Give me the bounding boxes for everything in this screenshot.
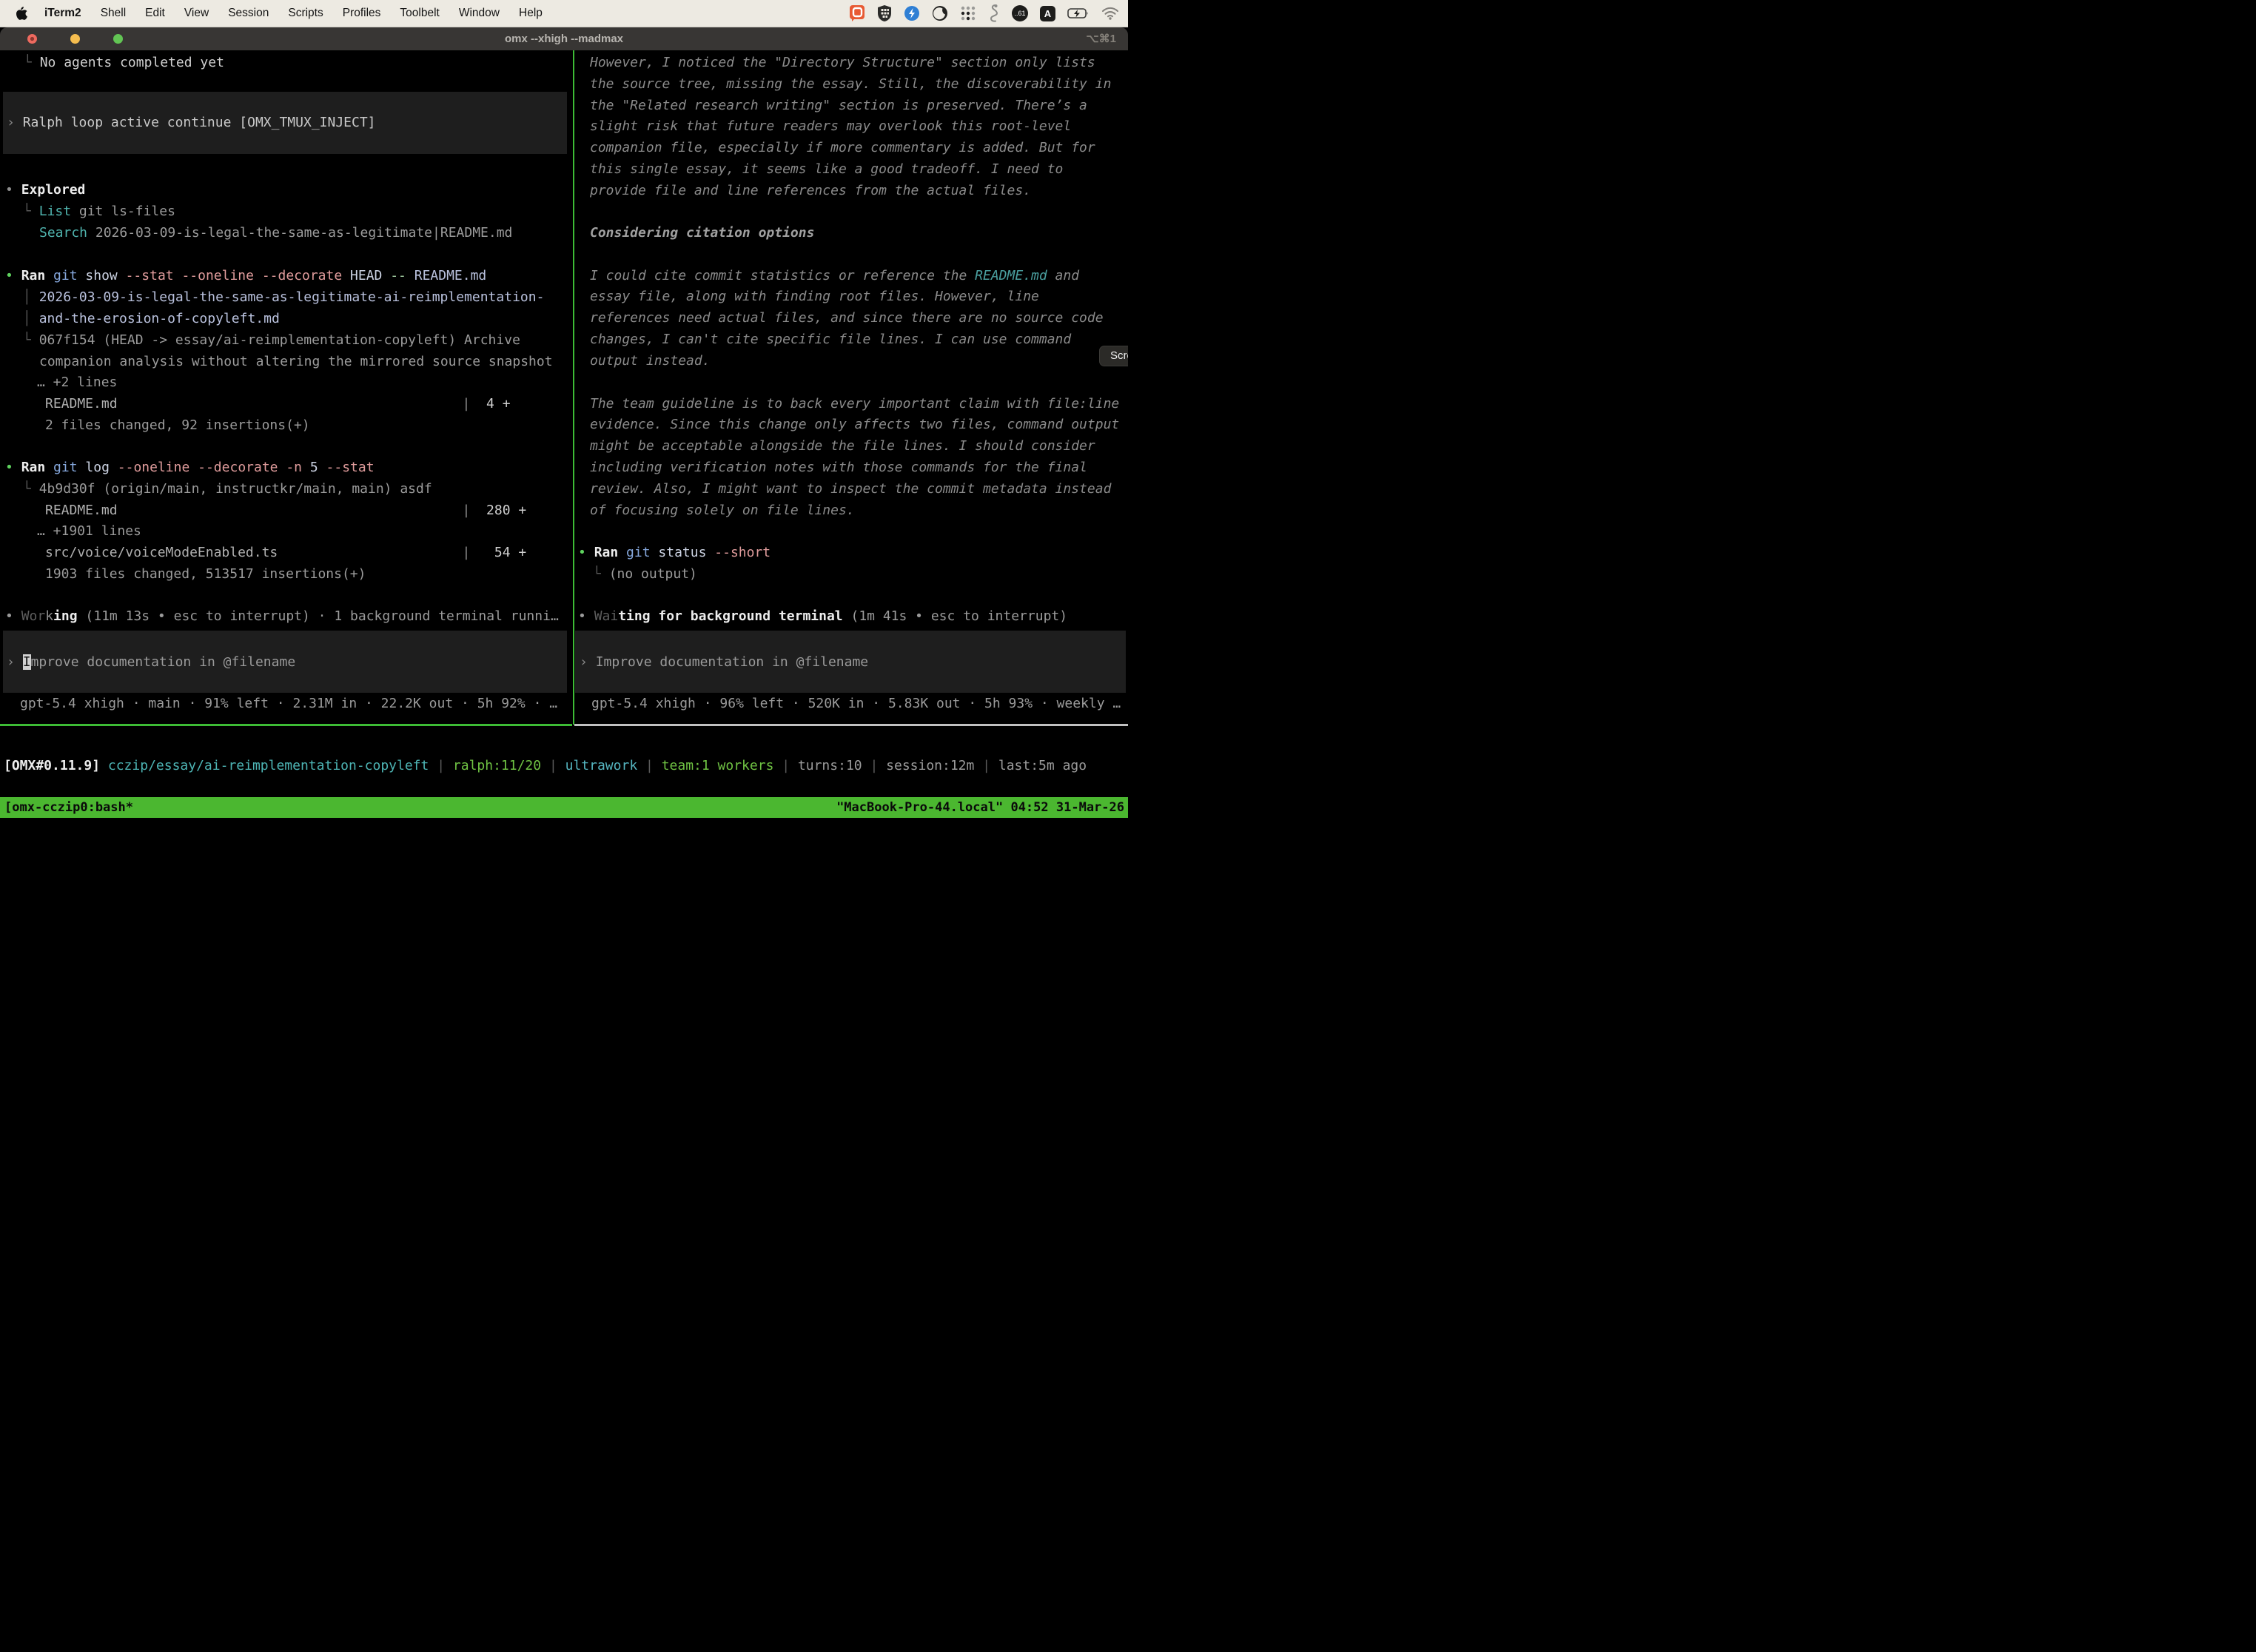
menu-edit[interactable]: Edit <box>135 7 175 20</box>
apple-menu[interactable] <box>9 7 35 20</box>
menu-session[interactable]: Session <box>218 7 278 20</box>
menu-scripts[interactable]: Scripts <box>278 7 332 20</box>
orange-chat-icon[interactable] <box>849 4 865 22</box>
menu-window[interactable]: Window <box>449 7 509 20</box>
dots-grid-icon[interactable] <box>960 5 976 21</box>
pane-border-bottom-right <box>574 724 1128 726</box>
tmux-host-clock: "MacBook-Pro-44.local" 04:52 31-Mar-26 <box>836 797 1124 818</box>
menu-iterm2[interactable]: iTerm2 <box>35 7 91 20</box>
blue-zigzag-icon[interactable] <box>904 4 920 22</box>
terminal-pane-right[interactable] <box>574 50 1128 725</box>
prompt-box-right[interactable] <box>575 631 1126 693</box>
wifi-icon[interactable] <box>1101 7 1119 20</box>
tmux-session-label: [omx-cczip0:bash* <box>4 797 133 818</box>
menu-profiles[interactable]: Profiles <box>333 7 391 20</box>
menubar-status-icons: ..61 A <box>849 4 1119 23</box>
battery-icon[interactable] <box>1067 7 1090 19</box>
window-shortcut-badge: ⌥⌘1 <box>1086 27 1116 50</box>
menu-view[interactable]: View <box>175 7 218 20</box>
shield-grid-icon[interactable] <box>877 4 892 22</box>
menu-shell[interactable]: Shell <box>91 7 135 20</box>
ralph-inject-box <box>3 92 567 154</box>
menu-toolbelt[interactable]: Toolbelt <box>390 7 449 20</box>
menu-help[interactable]: Help <box>509 7 552 20</box>
screen-tooltip: Scre <box>1099 346 1128 366</box>
apple-icon <box>16 7 27 20</box>
moon-circle-icon[interactable] <box>932 4 948 22</box>
prompt-box-left[interactable] <box>3 631 567 693</box>
macos-menubar: iTerm2 Shell Edit View Session Scripts P… <box>0 0 1128 27</box>
pane-border-bottom-left <box>0 724 572 726</box>
pane-divider-vertical[interactable] <box>573 50 575 725</box>
window-title: omx --xhigh --madmax <box>0 27 1128 50</box>
badge-61-icon[interactable]: ..61 <box>1012 5 1028 21</box>
desktop: iTerm2 Shell Edit View Session Scripts P… <box>0 0 1128 826</box>
terminal-line: [OMX#0.11.9] cczip/essay/ai-reimplementa… <box>4 756 1087 777</box>
squiggle-icon[interactable] <box>988 4 1000 23</box>
a-square-icon[interactable]: A <box>1040 6 1055 21</box>
tmux-status-bar[interactable]: [omx-cczip0:bash* "MacBook-Pro-44.local"… <box>0 797 1128 818</box>
